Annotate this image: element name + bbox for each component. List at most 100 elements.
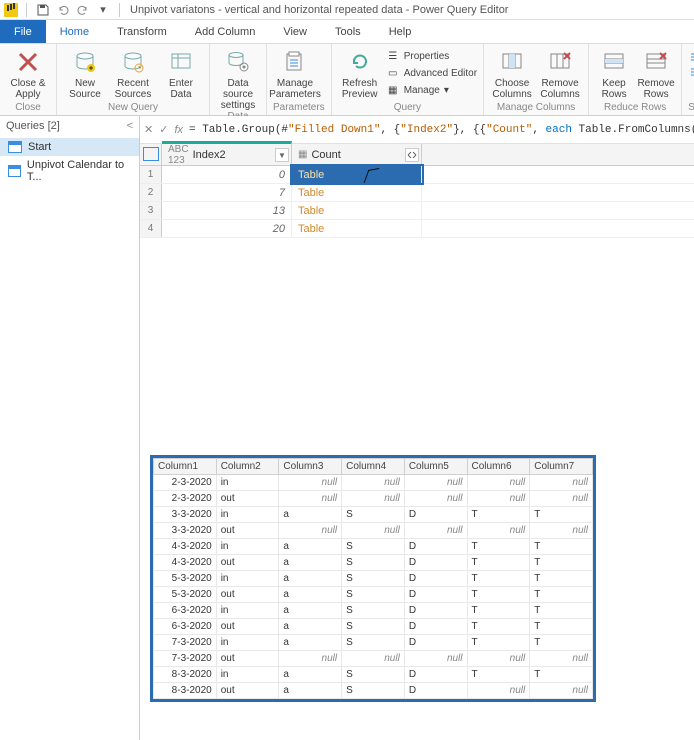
- manage-parameters-button[interactable]: ManageParameters: [273, 46, 317, 100]
- preview-row[interactable]: 2-3-2020innullnullnullnullnull: [154, 475, 593, 491]
- group-reduce-rows: Reduce Rows: [595, 102, 675, 115]
- remove-rows-button[interactable]: RemoveRows: [637, 46, 675, 100]
- grid-row[interactable]: 1 0 Table: [140, 166, 694, 184]
- grid-row[interactable]: 4 20 Table: [140, 220, 694, 238]
- cancel-formula-icon[interactable]: ✕: [144, 120, 153, 140]
- preview-row[interactable]: 3-3-2020outnullnullnullnullnull: [154, 523, 593, 539]
- cell-count[interactable]: Table: [292, 220, 422, 237]
- enter-data-button[interactable]: EnterData: [159, 46, 203, 100]
- preview-row[interactable]: 7-3-2020outnullnullnullnullnull: [154, 651, 593, 667]
- tab-add-column[interactable]: Add Column: [181, 20, 270, 43]
- table-icon: [8, 141, 22, 153]
- qat-dropdown-icon[interactable]: ▾: [95, 2, 111, 18]
- recent-sources-button[interactable]: RecentSources: [111, 46, 155, 100]
- tab-tools[interactable]: Tools: [321, 20, 375, 43]
- sort-desc-icon: [688, 66, 694, 80]
- cell-index[interactable]: 7: [162, 184, 292, 201]
- tab-file[interactable]: File: [0, 20, 46, 43]
- preview-column-header[interactable]: Column6: [467, 459, 530, 475]
- preview-row[interactable]: 7-3-2020inaSDTT: [154, 635, 593, 651]
- column-header-index2[interactable]: ABC123 Index2 ▼: [162, 141, 292, 165]
- preview-row[interactable]: 3-3-2020inaSDTT: [154, 507, 593, 523]
- preview-cell: a: [279, 603, 342, 619]
- formula-input[interactable]: = Table.Group(#"Filled Down1", {"Index2"…: [189, 124, 694, 136]
- preview-column-header[interactable]: Column1: [154, 459, 217, 475]
- query-item-start[interactable]: Start: [0, 138, 139, 156]
- preview-column-header[interactable]: Column2: [216, 459, 279, 475]
- row-number: 3: [140, 202, 162, 219]
- queries-header[interactable]: Queries [2] <: [0, 116, 139, 136]
- commit-formula-icon[interactable]: ✓: [159, 120, 168, 140]
- expand-column-icon[interactable]: [405, 148, 419, 162]
- preview-cell: 2-3-2020: [154, 475, 217, 491]
- app-logo-icon: [4, 3, 18, 17]
- grid-row[interactable]: 3 13 Table: [140, 202, 694, 220]
- properties-button[interactable]: ☰Properties: [386, 48, 477, 64]
- preview-cell: T: [530, 619, 593, 635]
- remove-columns-button[interactable]: RemoveColumns: [538, 46, 582, 100]
- refresh-preview-button[interactable]: RefreshPreview: [338, 46, 382, 100]
- manage-button[interactable]: ▦Manage ▾: [386, 82, 477, 98]
- preview-row[interactable]: 8-3-2020outaSDnullnull: [154, 683, 593, 699]
- cell-count[interactable]: Table: [292, 184, 422, 201]
- tab-transform[interactable]: Transform: [103, 20, 181, 43]
- close-apply-button[interactable]: Close &Apply: [6, 46, 50, 100]
- preview-row[interactable]: 6-3-2020inaSDTT: [154, 603, 593, 619]
- cell-count[interactable]: Table: [292, 202, 422, 219]
- data-source-settings-button[interactable]: Data sourcesettings: [216, 46, 260, 111]
- preview-cell: S: [342, 667, 405, 683]
- preview-row[interactable]: 6-3-2020outaSDTT: [154, 619, 593, 635]
- collapse-pane-icon[interactable]: <: [127, 120, 133, 132]
- preview-row[interactable]: 4-3-2020inaSDTT: [154, 539, 593, 555]
- tab-view[interactable]: View: [269, 20, 321, 43]
- tab-home[interactable]: Home: [46, 20, 103, 43]
- keep-rows-button[interactable]: KeepRows: [595, 46, 633, 100]
- preview-column-header[interactable]: Column7: [530, 459, 593, 475]
- preview-cell: T: [530, 571, 593, 587]
- redo-icon[interactable]: [75, 2, 91, 18]
- preview-cell: in: [216, 667, 279, 683]
- preview-cell: D: [404, 555, 467, 571]
- new-source-button[interactable]: NewSource: [63, 46, 107, 100]
- cell-index[interactable]: 13: [162, 202, 292, 219]
- preview-cell: S: [342, 619, 405, 635]
- preview-cell: out: [216, 587, 279, 603]
- queries-list: Start Unpivot Calendar to T...: [0, 136, 139, 188]
- preview-column-header[interactable]: Column3: [279, 459, 342, 475]
- group-query: Query: [338, 102, 477, 115]
- cell-count[interactable]: Table: [292, 166, 422, 183]
- preview-cell: T: [467, 603, 530, 619]
- remove-rows-icon: [642, 48, 670, 76]
- preview-cell: null: [467, 683, 530, 699]
- grid-corner[interactable]: [140, 144, 162, 165]
- advanced-editor-button[interactable]: ▭Advanced Editor: [386, 65, 477, 81]
- preview-cell: a: [279, 587, 342, 603]
- sort-desc-button[interactable]: [688, 65, 694, 81]
- cell-index[interactable]: 20: [162, 220, 292, 237]
- preview-column-header[interactable]: Column4: [342, 459, 405, 475]
- save-icon[interactable]: [35, 2, 51, 18]
- preview-cell: out: [216, 523, 279, 539]
- keep-rows-icon: [600, 48, 628, 76]
- cell-index[interactable]: 0: [162, 166, 292, 183]
- preview-column-header[interactable]: Column5: [404, 459, 467, 475]
- preview-row[interactable]: 5-3-2020outaSDTT: [154, 587, 593, 603]
- column-dropdown-icon[interactable]: ▼: [275, 148, 289, 162]
- preview-cell: D: [404, 507, 467, 523]
- manage-icon: ▦: [386, 83, 400, 97]
- preview-row[interactable]: 2-3-2020outnullnullnullnullnull: [154, 491, 593, 507]
- query-item-unpivot[interactable]: Unpivot Calendar to T...: [0, 156, 139, 186]
- grid-row[interactable]: 2 7 Table: [140, 184, 694, 202]
- column-header-count[interactable]: ▦ Count: [292, 144, 422, 165]
- preview-row[interactable]: 4-3-2020outaSDTT: [154, 555, 593, 571]
- preview-cell: T: [530, 667, 593, 683]
- preview-row[interactable]: 8-3-2020inaSDTT: [154, 667, 593, 683]
- tab-help[interactable]: Help: [375, 20, 426, 43]
- undo-icon[interactable]: [55, 2, 71, 18]
- preview-row[interactable]: 5-3-2020inaSDTT: [154, 571, 593, 587]
- preview-cell: D: [404, 667, 467, 683]
- sort-asc-button[interactable]: [688, 48, 694, 64]
- choose-columns-button[interactable]: ChooseColumns: [490, 46, 534, 100]
- abc123-type-icon: ABC123: [168, 144, 189, 166]
- preview-cell: 6-3-2020: [154, 603, 217, 619]
